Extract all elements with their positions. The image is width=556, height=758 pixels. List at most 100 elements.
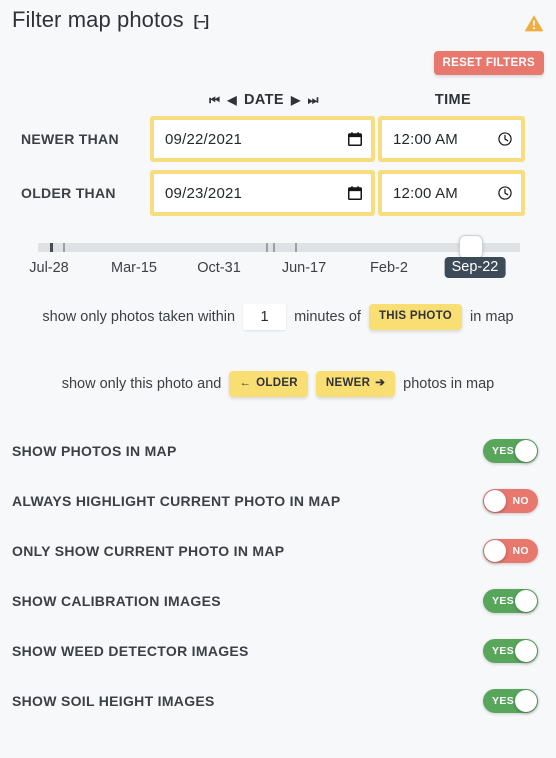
toggle-row-show-weed-detector-images: SHOW WEED DETECTOR IMAGES YES (0, 626, 556, 676)
calendar-icon[interactable] (347, 132, 362, 147)
title-row: Filter map photos [–] (12, 0, 544, 31)
toggle-switch-only-show-current-photo[interactable]: NO (483, 538, 538, 563)
toggle-knob (484, 539, 506, 562)
toggle-settings-list: SHOW PHOTOS IN MAP YES ALWAYS HIGHLIGHT … (0, 426, 556, 726)
toggle-label: SHOW PHOTOS IN MAP (12, 442, 177, 459)
date-time-column-headers: ⏮ ◀ DATE ▶ ⏭ TIME (12, 88, 544, 112)
date-range-slider[interactable]: Jul-28 Mar-15 Oct-31 Jun-17 Feb-2 Sep-22 (0, 232, 556, 284)
older-than-time-input[interactable]: 12:00 AM (378, 170, 525, 216)
next-date-icon[interactable]: ▶ (291, 94, 301, 106)
toggle-knob (515, 639, 537, 662)
date-time-filter-grid: ⏮ ◀ DATE ▶ ⏭ TIME NEWER THAN 09/22/2021 (0, 88, 556, 220)
slider-tick-labels: Jul-28 Mar-15 Oct-31 Jun-17 Feb-2 Sep-22 (12, 257, 544, 284)
slider-tick (50, 243, 54, 252)
newer-than-time-value: 12:00 AM (393, 130, 458, 148)
older-than-row: OLDER THAN 09/23/2021 12:00 AM (12, 166, 544, 220)
within-minutes-suffix: in map (470, 309, 514, 325)
older-than-time-value: 12:00 AM (393, 184, 458, 202)
toggle-state-text: YES (492, 444, 515, 457)
toggle-label: ONLY SHOW CURRENT PHOTO IN MAP (12, 542, 285, 559)
previous-date-icon[interactable]: ◀ (227, 94, 237, 106)
older-than-label-cell: OLDER THAN (12, 185, 150, 201)
toggle-state-text: NO (512, 544, 529, 557)
toggle-label: SHOW SOIL HEIGHT IMAGES (12, 692, 215, 709)
toggle-row-only-show-current-photo: ONLY SHOW CURRENT PHOTO IN MAP NO (0, 526, 556, 576)
newer-than-label: NEWER THAN (21, 131, 119, 147)
slider-tick (266, 243, 269, 252)
page-title: Filter map photos (12, 7, 184, 32)
toggle-label: SHOW CALIBRATION IMAGES (12, 592, 221, 609)
toggle-row-show-soil-height-images: SHOW SOIL HEIGHT IMAGES YES (0, 676, 556, 726)
toggle-state-text: NO (512, 494, 529, 507)
toggle-row-always-highlight-current-photo: ALWAYS HIGHLIGHT CURRENT PHOTO IN MAP NO (0, 476, 556, 526)
slider-label-4: Feb-2 (370, 260, 408, 276)
slider-tick (295, 243, 298, 252)
toggle-state-text: YES (492, 694, 515, 707)
newer-than-row: NEWER THAN 09/22/2021 12:00 AM (12, 112, 544, 166)
newer-than-time-cell: 12:00 AM (378, 116, 528, 162)
older-newer-suffix: photos in map (403, 375, 495, 392)
slider-tick (273, 243, 276, 252)
newer-than-label-cell: NEWER THAN (12, 131, 150, 147)
reset-filters-button[interactable]: RESET FILTERS (433, 51, 544, 75)
time-column-header: TIME (378, 92, 528, 108)
this-photo-button[interactable]: THIS PHOTO (368, 304, 463, 330)
newer-than-date-cell: 09/22/2021 (150, 116, 378, 162)
arrow-right-icon: ➔ (375, 377, 386, 389)
toggle-knob (515, 439, 537, 462)
newer-than-time-input[interactable]: 12:00 AM (378, 116, 525, 162)
toggle-state-text: YES (492, 594, 515, 607)
panel-header: Filter map photos [–] (0, 0, 556, 48)
clock-icon[interactable] (497, 186, 512, 201)
toggle-label: ALWAYS HIGHLIGHT CURRENT PHOTO IN MAP (12, 492, 341, 509)
slider-label-2: Oct-31 (197, 260, 241, 276)
calendar-icon[interactable] (347, 186, 362, 201)
warning-triangle-icon (524, 14, 544, 32)
toggle-switch-always-highlight-current-photo[interactable]: NO (483, 488, 538, 513)
toggle-label: SHOW WEED DETECTOR IMAGES (12, 642, 249, 659)
jump-last-date-icon[interactable]: ⏭ (308, 94, 319, 106)
older-than-time-cell: 12:00 AM (378, 170, 528, 216)
slider-thumb[interactable] (459, 235, 483, 259)
toggle-switch-show-photos-in-map[interactable]: YES (483, 438, 538, 463)
toggle-switch-show-calibration-images[interactable]: YES (483, 588, 538, 613)
older-photos-button[interactable]: ← OLDER (229, 371, 308, 397)
older-than-date-input[interactable]: 09/23/2021 (150, 170, 375, 216)
newer-photos-button[interactable]: NEWER ➔ (315, 371, 396, 397)
slider-label-1: Mar-15 (111, 260, 157, 276)
toggle-row-show-calibration-images: SHOW CALIBRATION IMAGES YES (0, 576, 556, 626)
toggle-switch-show-weed-detector-images[interactable]: YES (483, 638, 538, 663)
clock-icon[interactable] (497, 132, 512, 147)
slider-label-3: Jun-17 (281, 260, 327, 276)
slider-tick (63, 243, 66, 252)
within-minutes-mid: minutes of (294, 309, 361, 325)
newer-button-label: NEWER (325, 377, 371, 389)
newer-than-date-value: 09/22/2021 (165, 130, 243, 148)
toggle-switch-show-soil-height-images[interactable]: YES (483, 688, 538, 713)
date-column-header: ⏮ ◀ DATE ▶ ⏭ (150, 92, 378, 108)
newer-than-date-input[interactable]: 09/22/2021 (150, 116, 375, 162)
arrow-left-icon: ← (239, 377, 252, 389)
jump-first-date-icon[interactable]: ⏮ (209, 94, 220, 106)
slider-label-0: Jul-28 (29, 260, 69, 276)
minutes-input[interactable] (243, 304, 287, 330)
older-than-label: OLDER THAN (21, 185, 116, 201)
collapse-panel-button[interactable]: [–] (194, 12, 209, 29)
within-minutes-prefix: show only photos taken within (42, 309, 236, 325)
slider-track-area[interactable] (12, 232, 544, 259)
older-newer-prefix: show only this photo and (61, 375, 222, 392)
reset-row: RESET FILTERS (0, 51, 556, 75)
toggle-knob (515, 589, 537, 612)
older-button-label: OLDER (256, 377, 298, 389)
older-than-date-value: 09/23/2021 (165, 184, 243, 202)
slider-current-value-badge: Sep-22 (444, 257, 506, 278)
toggle-state-text: YES (492, 644, 515, 657)
date-header-label: DATE (244, 92, 284, 108)
older-than-date-cell: 09/23/2021 (150, 170, 378, 216)
older-newer-row: show only this photo and ← OLDER NEWER ➔… (0, 371, 556, 397)
toggle-knob (484, 489, 506, 512)
slider-track[interactable] (38, 243, 520, 252)
within-minutes-row: show only photos taken within minutes of… (0, 304, 556, 330)
time-header-label: TIME (434, 92, 472, 108)
toggle-row-show-photos-in-map: SHOW PHOTOS IN MAP YES (0, 426, 556, 476)
